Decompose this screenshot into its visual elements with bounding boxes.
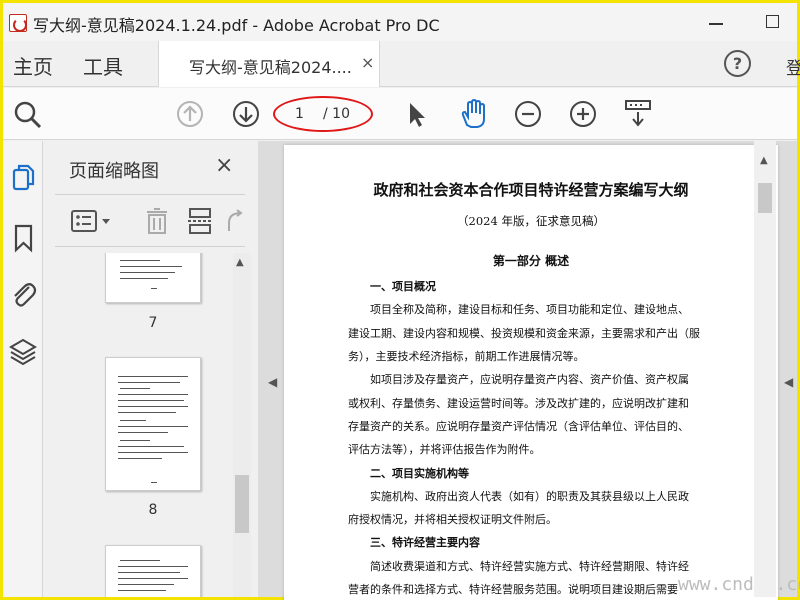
document-subtitle: （2024 年版，征求意见稿） <box>457 214 605 228</box>
paragraph-line: 简述收费渠道和方式、特许经营实施方式、特许经营期限、特许经 <box>370 560 689 573</box>
document-area: ◀ 政府和社会资本合作项目特许经营方案编写大纲 （2024 年版，征求意见稿） … <box>258 141 800 600</box>
tab-tools[interactable]: 工具 <box>83 51 123 80</box>
minimize-button[interactable] <box>709 23 723 25</box>
zoom-in-icon[interactable] <box>569 100 597 128</box>
document-title: 政府和社会资本合作项目特许经营方案编写大纲 <box>373 181 689 199</box>
attachments-icon[interactable] <box>9 279 37 309</box>
panel-title: 页面缩略图 <box>69 161 159 182</box>
bookmark-icon[interactable] <box>13 223 35 253</box>
next-page-icon[interactable] <box>232 100 260 128</box>
document-tab-label: 写大纲-意见稿2024.... <box>189 58 352 77</box>
scrollbar-thumb[interactable] <box>758 183 772 213</box>
title-bar: 写大纲-意见稿2024.1.24.pdf - Adobe Acrobat Pro… <box>3 3 797 41</box>
expand-right-pane-icon[interactable]: ◀ <box>784 375 793 389</box>
hand-tool-icon[interactable] <box>458 98 490 130</box>
login-button[interactable]: 登 <box>786 54 800 79</box>
paragraph-line: 务），主要技术经济指标，前期工作进展情况等。 <box>348 350 585 363</box>
collapse-left-pane-icon[interactable]: ◀ <box>268 375 277 389</box>
page-thumbnail[interactable] <box>105 545 201 597</box>
page-thumbnails-icon[interactable] <box>11 163 37 193</box>
zoom-out-icon[interactable] <box>514 100 542 128</box>
subsection-heading: 二、项目实施机构等 <box>370 467 469 480</box>
insert-page-icon[interactable] <box>187 207 213 235</box>
layers-icon[interactable] <box>9 337 37 367</box>
panel-divider <box>55 246 245 247</box>
panel-divider <box>55 194 245 195</box>
delete-page-icon[interactable] <box>145 207 169 235</box>
options-menu-icon[interactable] <box>71 209 115 235</box>
paragraph-line: 建设工期、建设内容和规模、投资规模和资金来源，主要需求和产出（服 <box>348 327 700 340</box>
rotate-page-icon[interactable] <box>225 209 245 235</box>
paragraph-line: 评估方法等），并将评估报告作为附件。 <box>348 443 541 456</box>
scroll-up-icon[interactable]: ▲ <box>760 155 768 166</box>
subsection-heading: 一、项目概况 <box>370 280 436 293</box>
close-panel-icon[interactable]: × <box>215 153 233 178</box>
paragraph-line: 实施机构、政府出资人代表（如有）的职责及其获县级以上人民政 <box>370 490 689 503</box>
red-annotation-circle <box>273 96 373 132</box>
paragraph-line: 府授权情况，并将相关授权证明文件附后。 <box>348 513 557 526</box>
window-title: 写大纲-意见稿2024.1.24.pdf - Adobe Acrobat Pro… <box>33 16 440 35</box>
tab-document[interactable]: 写大纲-意见稿2024.... × <box>158 41 380 87</box>
site-watermark: www.cndao.com <box>678 574 800 595</box>
page-thumbnail[interactable] <box>105 357 201 491</box>
document-scrollbar[interactable]: ▲ <box>754 141 776 597</box>
left-rail <box>3 141 43 597</box>
paragraph-line: 或权利、存量债务、建设运营时间等。涉及改扩建的，应说明改扩建和 <box>348 397 689 410</box>
acrobat-app-icon <box>9 14 27 32</box>
previous-page-icon[interactable] <box>176 100 204 128</box>
paragraph-line: 项目全称及简称，建设目标和任务、项目功能和定位、建设地点、 <box>370 303 689 316</box>
search-icon[interactable] <box>13 100 43 130</box>
thumbnails-panel: 页面缩略图 × 7 8 ▲ <box>43 141 258 597</box>
thumbnail-list: 7 8 <box>55 253 230 597</box>
tab-home[interactable]: 主页 <box>13 51 53 80</box>
panel-toolbar <box>55 199 245 243</box>
thumbnail-scrollbar[interactable]: ▲ <box>233 253 251 597</box>
thumbnail-page-number: 7 <box>148 315 158 331</box>
paragraph-line: 存量资产的关系。应说明存量资产评估情况（含评估单位、评估目的、 <box>348 420 689 433</box>
help-icon[interactable]: ? <box>724 50 751 77</box>
toolbar: 1 / 10 <box>3 88 797 140</box>
section-heading: 第一部分 概述 <box>492 254 570 268</box>
subsection-heading: 三、特许经营主要内容 <box>370 536 480 549</box>
paragraph-line: 营者的条件和选择方式、特许经营服务范围。说明项目建设期后需要 <box>348 583 678 596</box>
paragraph-line: 如项目涉及存量资产，应说明存量资产内容、资产价值、资产权属 <box>370 373 689 386</box>
scroll-up-icon[interactable]: ▲ <box>236 257 244 268</box>
select-cursor-icon[interactable] <box>405 100 427 130</box>
tab-bar: 主页 工具 写大纲-意见稿2024.... × ? 登 <box>3 41 800 87</box>
thumbnail-page-number: 8 <box>148 502 158 518</box>
close-tab-icon[interactable]: × <box>361 53 374 72</box>
scrollbar-thumb[interactable] <box>235 475 249 533</box>
page-thumbnail[interactable] <box>105 253 201 303</box>
maximize-button[interactable] <box>766 15 779 28</box>
pdf-page: 政府和社会资本合作项目特许经营方案编写大纲 （2024 年版，征求意见稿） 第一… <box>284 145 800 600</box>
scrolling-mode-icon[interactable] <box>623 98 653 130</box>
